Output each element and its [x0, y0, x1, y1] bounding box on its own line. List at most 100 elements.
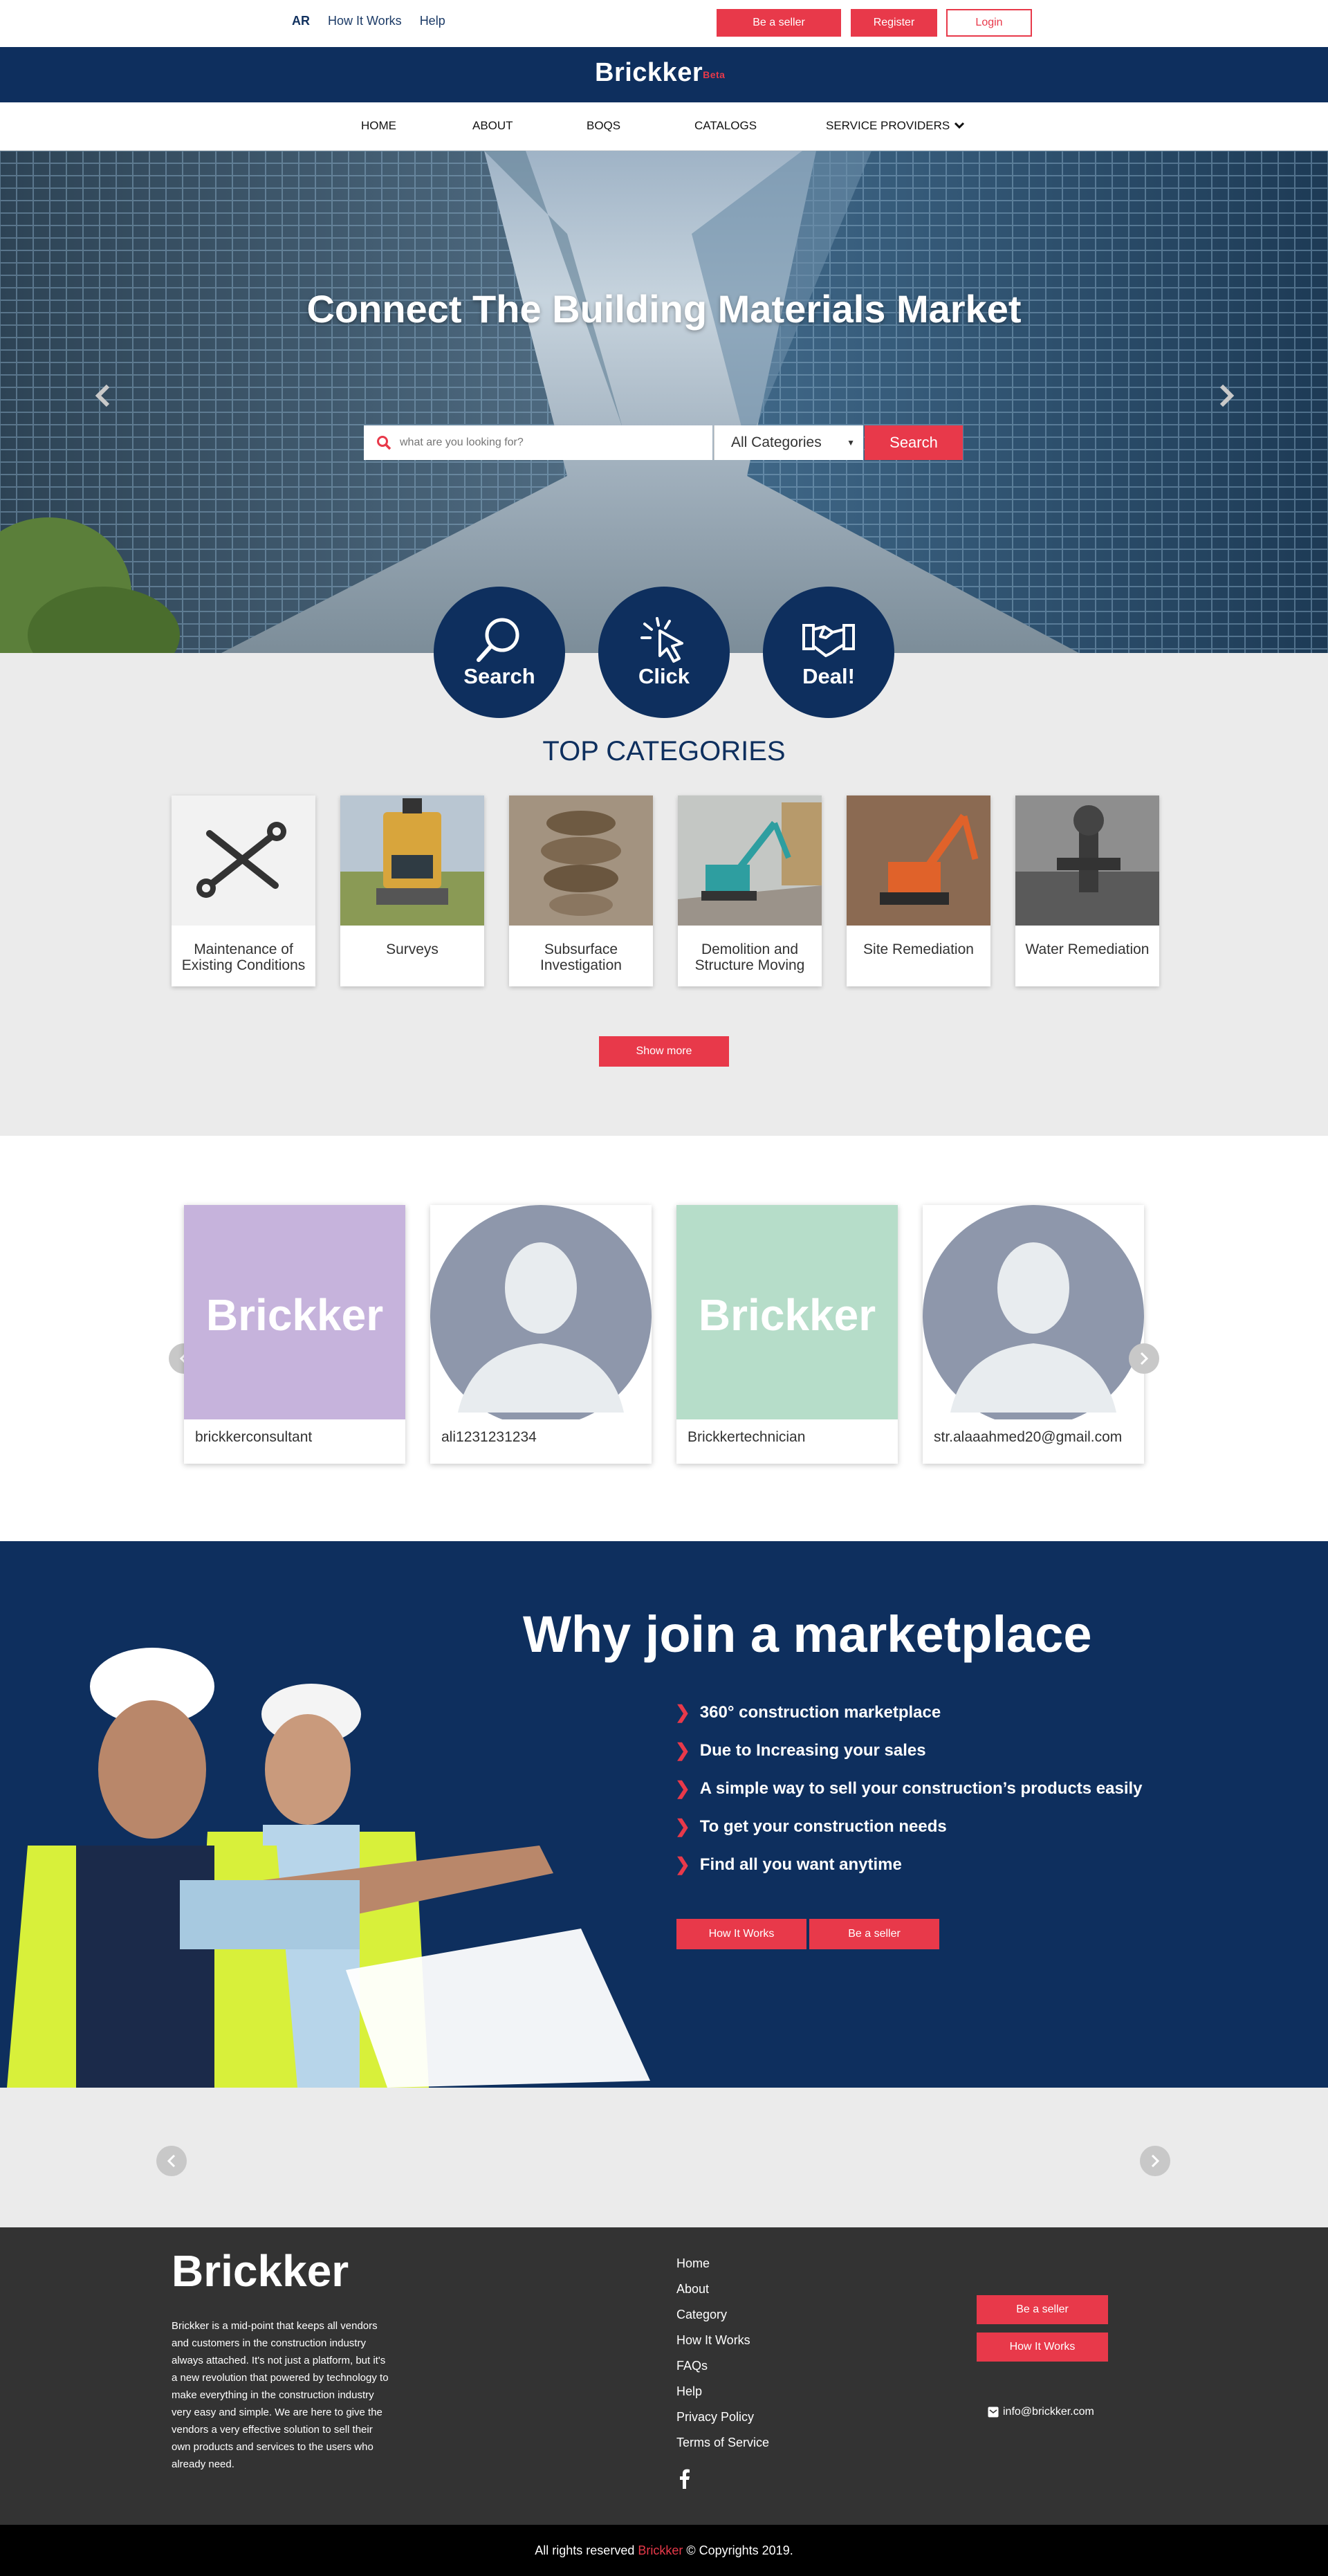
slider-prev-button[interactable] [156, 2146, 187, 2176]
benefit-text: To get your construction needs [699, 1816, 947, 1836]
footer-logo[interactable]: Brickker [172, 2245, 349, 2297]
category-card[interactable]: Site Remediation [847, 795, 990, 986]
be-seller-button[interactable]: Be a seller [809, 1919, 939, 1949]
user-avatar-icon [430, 1205, 652, 1419]
nav-catalogs[interactable]: CATALOGS [694, 119, 757, 133]
nav-about[interactable]: ABOUT [472, 119, 513, 133]
footer-description: Brickker is a mid-point that keeps all v… [172, 2320, 389, 2470]
chevron-down-icon[interactable] [953, 119, 966, 131]
slider-next-button[interactable] [1140, 2146, 1170, 2176]
cursor-click-icon [640, 617, 683, 663]
search-input[interactable] [400, 436, 697, 449]
hero-background-image [0, 151, 1328, 653]
provider-card[interactable]: Brickker Brickkertechnician [676, 1205, 898, 1464]
login-button[interactable]: Login [946, 9, 1032, 37]
category-card[interactable]: Maintenance of Existing Conditions [172, 795, 315, 986]
step-click: Click [598, 587, 730, 718]
footer-links: Home About Category How It Works FAQs He… [676, 2256, 769, 2461]
benefit-text: A simple way to sell your construction’s… [699, 1778, 1143, 1798]
footer-link-home[interactable]: Home [676, 2256, 769, 2282]
footer-link-about[interactable]: About [676, 2282, 769, 2308]
footer: Brickker Brickker is a mid-point that ke… [0, 2227, 1328, 2525]
copyright-brand[interactable]: Brickker [638, 2543, 683, 2558]
how-it-works-link[interactable]: How It Works [328, 14, 402, 28]
category-label: Subsurface Investigation [540, 941, 622, 973]
category-card[interactable]: Subsurface Investigation [509, 795, 653, 986]
how-it-works-button[interactable]: How It Works [676, 1919, 806, 1949]
chevron-right-icon: ❯ [675, 1702, 690, 1722]
nav-home[interactable]: HOME [361, 119, 396, 133]
why-join-title: Why join a marketplace [523, 1606, 1092, 1663]
register-button[interactable]: Register [851, 9, 937, 37]
copyright-suffix: © Copyrights 2019. [686, 2543, 793, 2557]
facebook-icon[interactable] [678, 2468, 690, 2489]
category-select[interactable]: All Categories ▼ [714, 425, 863, 460]
brand-bar: BrickkerBeta [0, 47, 1328, 102]
provider-logo-image: Brickker [676, 1205, 898, 1419]
hero-banner: Connect The Building Materials Market Al… [0, 151, 1328, 653]
footer-how-it-works-button[interactable]: How It Works [977, 2333, 1108, 2362]
top-links: AR How It Works Help [292, 14, 445, 28]
footer-link-faqs[interactable]: FAQs [676, 2359, 769, 2384]
footer-link-help[interactable]: Help [676, 2384, 769, 2410]
provider-logo-image: Brickker [184, 1205, 405, 1419]
chevron-right-icon [1140, 1352, 1149, 1365]
help-link[interactable]: Help [420, 14, 445, 28]
search-button[interactable]: Search [865, 425, 963, 460]
beta-badge: Beta [703, 69, 726, 80]
providers-next-button[interactable] [1129, 1343, 1159, 1374]
language-switch[interactable]: AR [292, 14, 310, 28]
top-categories-title: TOP CATEGORIES [542, 736, 786, 766]
search-icon [377, 436, 391, 450]
footer-email[interactable]: info@brickker.com [988, 2406, 1094, 2418]
email-address: info@brickker.com [1003, 2406, 1094, 2418]
brand-logo[interactable]: BrickkerBeta [595, 58, 725, 88]
brand-name: Brickker [595, 58, 703, 87]
chevron-right-icon: ❯ [675, 1740, 690, 1760]
benefit-text: Due to Increasing your sales [699, 1740, 926, 1760]
footer-be-seller-button[interactable]: Be a seller [977, 2295, 1108, 2324]
be-seller-button[interactable]: Be a seller [717, 9, 841, 37]
provider-name: brickkerconsultant [195, 1429, 313, 1445]
category-card[interactable]: Surveys [340, 795, 484, 986]
step-label: Deal! [802, 664, 855, 688]
nav-service-providers[interactable]: SERVICE PROVIDERS [826, 119, 950, 133]
footer-link-how-it-works[interactable]: How It Works [676, 2333, 769, 2359]
category-select-value: All Categories [731, 434, 822, 450]
category-label: Site Remediation [863, 941, 974, 957]
providers-section: Brickker brickkerconsultant ali123123123… [0, 1136, 1328, 1541]
provider-card[interactable]: Brickker brickkerconsultant [184, 1205, 405, 1464]
category-card[interactable]: Water Remediation [1015, 795, 1159, 986]
hero-title: Connect The Building Materials Market [306, 287, 1022, 331]
category-image-survey-instrument [340, 795, 484, 926]
main-nav: HOME ABOUT BOQS CATALOGS SERVICE PROVIDE… [0, 102, 1328, 151]
benefits-list: ❯ 360° construction marketplace ❯ Due to I… [675, 1693, 1143, 1884]
benefit-item: ❯ 360° construction marketplace [675, 1693, 1143, 1731]
provider-logo-text: Brickker [698, 1290, 876, 1340]
carousel-prev-icon[interactable] [90, 382, 118, 410]
benefit-item: ❯ To get your construction needs [675, 1807, 1143, 1846]
footer-link-terms[interactable]: Terms of Service [676, 2436, 769, 2461]
handshake-icon [802, 624, 855, 657]
top-categories-section: TOP CATEGORIES Maintenance of Existing C… [0, 653, 1328, 1136]
benefit-text: Find all you want anytime [699, 1855, 902, 1874]
footer-link-category[interactable]: Category [676, 2308, 769, 2333]
nav-boqs[interactable]: BOQS [587, 119, 620, 133]
provider-card[interactable]: str.alaaahmed20@gmail.com [923, 1205, 1144, 1464]
category-card[interactable]: Demolition and Structure Moving [678, 795, 822, 986]
carousel-next-icon[interactable] [1212, 382, 1239, 410]
step-label: Search [463, 664, 535, 688]
provider-name: str.alaaahmed20@gmail.com [934, 1429, 1123, 1445]
search-box[interactable] [364, 425, 712, 460]
benefit-item: ❯ A simple way to sell your construction’… [675, 1769, 1143, 1807]
benefit-item: ❯ Find all you want anytime [675, 1846, 1143, 1884]
chevron-right-icon: ❯ [675, 1816, 690, 1837]
provider-logo-text: Brickker [205, 1290, 384, 1340]
footer-link-privacy[interactable]: Privacy Policy [676, 2410, 769, 2436]
chevron-right-icon: ❯ [675, 1854, 690, 1875]
show-more-button[interactable]: Show more [599, 1036, 729, 1067]
chevron-right-icon [1151, 2154, 1160, 2168]
copyright-prefix: All rights reserved [535, 2543, 635, 2557]
provider-card[interactable]: ali1231231234 [430, 1205, 652, 1464]
user-avatar-icon [923, 1205, 1144, 1419]
